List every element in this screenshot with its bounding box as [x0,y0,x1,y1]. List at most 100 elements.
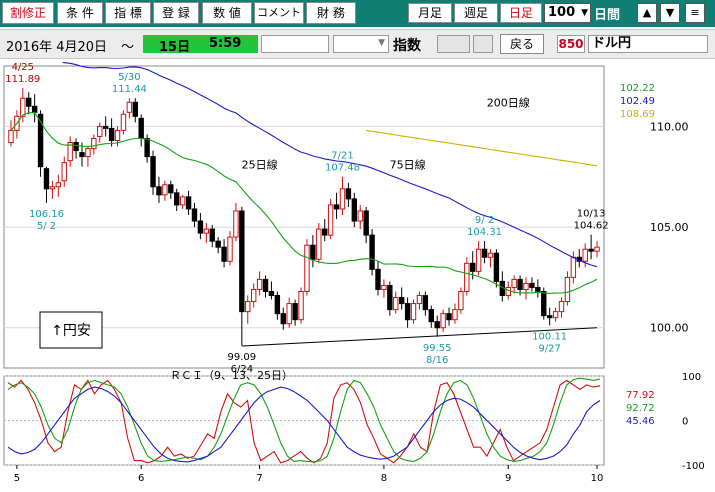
candle-body [422,295,429,311]
rci-title: ＲＣＩ（9、13、25日） [170,369,293,382]
candle-body [529,282,535,288]
numeric-button[interactable]: 数 値 [202,2,252,24]
index-select[interactable]: ▼ [333,35,389,53]
candle-body [351,198,358,222]
chart-labels: 110.00 105.00 100.00 25日線 75日線 200日線 102.22 102… [5,62,704,484]
candle-body [209,228,215,242]
candle-body [410,303,417,321]
comment-button[interactable]: コメント [254,2,304,24]
indicator-label: 指 標 [114,6,142,20]
candle-body [20,97,26,117]
annotation-value: 107.48 [325,163,360,174]
candle-body [215,240,221,248]
menu-button[interactable]: ≡ [685,3,705,23]
financial-button[interactable]: 財 務 [306,2,356,24]
annotation-date: 8/16 [426,355,448,366]
candle-body [233,210,239,238]
price-legend-value: 108.69 [620,109,655,120]
price-legend-value: 102.49 [620,96,655,107]
candle-body [434,321,440,329]
annotation-date: 4/25 [12,62,34,73]
candle-body [31,105,38,113]
condition-label: 条 件 [66,6,94,20]
daily-button[interactable]: 日足 [500,3,542,23]
candle-body [179,196,186,206]
register-label: 登 録 [162,6,190,20]
x-tick-label: 5 [14,473,20,484]
chart-svg: 110.00105.00100.0025日線 75日線200日線102.22102… [3,24,705,484]
candle-body [203,228,210,234]
ma75-line [10,24,598,268]
candle-body [245,301,251,313]
count-select[interactable]: 100 ▼ [544,3,591,23]
candle-body [292,303,298,321]
rci-tick-label: -100 [682,461,705,472]
candle-body [97,125,103,137]
candle-body [357,210,363,222]
candle-body [79,152,85,158]
candle-body [428,309,434,323]
back-button[interactable]: 戻る [500,34,544,54]
menu-icon: ≡ [690,6,700,19]
rci-tick-label: 100 [682,372,701,383]
split-adjust-button[interactable]: 割修正 [2,2,54,24]
annotation-value: 104.62 [574,221,609,232]
candle-body [49,186,56,190]
candle-body [446,313,452,321]
annotation-value: 99.55 [423,343,452,354]
index-field-1[interactable] [437,35,470,53]
ma200-label: 200日線 [487,95,530,109]
date-range-box[interactable]: 15日 5:59 [143,35,258,55]
x-tick-label: 9 [505,473,511,484]
x-tick-label: 8 [381,473,387,484]
candle-body [168,184,174,194]
name-field[interactable]: ドル円 [588,35,708,53]
candle-body [416,295,423,305]
candle-body [375,268,381,290]
candle-body [256,278,263,290]
blank-field[interactable] [261,35,329,53]
candle-body [239,210,245,313]
x-tick-label: 6 [138,473,144,484]
x-tick-label: 7 [256,473,262,484]
annotation-value: 111.44 [112,84,147,95]
annotation-date: 9/ 2 [475,215,494,226]
scroll-up-button[interactable]: ▲ [637,3,657,23]
rci-legend-value: 45.46 [626,416,655,427]
candle-body [404,303,411,321]
rci-line [7,386,601,463]
ma75-label: 75日線 [390,158,426,172]
annotation-value: 99.09 [228,352,257,363]
indicator-button[interactable]: 指 標 [105,2,151,24]
rci-line [7,379,601,464]
candle-body [387,284,393,311]
candle-body [481,248,488,258]
candle-body [398,297,405,305]
annotation-value: 111.89 [5,74,40,85]
weekly-button[interactable]: 週足 [454,3,498,23]
index-field-2[interactable] [473,35,493,53]
candle-body [102,125,109,129]
date-label: 2016年 4月20日 [6,40,108,55]
candle-body [316,228,322,260]
annotation-value: 106.16 [29,209,64,220]
up-arrow-icon: ▲ [642,6,652,19]
candle-body [564,276,571,303]
toolbar: 割修正 条 件 指 標 登 録 数 値 コメント 財 務 月足 週足 日足 10… [0,0,715,27]
candle-body [286,303,292,325]
tilde-label: 〜 [121,40,135,55]
register-button[interactable]: 登 録 [153,2,199,24]
annotation-date: 5/30 [118,72,140,83]
candle-body [552,311,559,319]
monthly-button[interactable]: 月足 [408,3,452,23]
candle-body [558,301,565,313]
candle-body [144,137,150,158]
ma25-line [10,112,598,294]
condition-button[interactable]: 条 件 [57,2,103,24]
financial-label: 財 務 [317,6,345,20]
weekly-label: 週足 [463,6,488,20]
candle-body [191,208,198,222]
ma25-label: 25日線 [242,158,278,172]
code-field[interactable]: 850 [557,35,585,53]
scroll-down-button[interactable]: ▼ [660,3,680,23]
